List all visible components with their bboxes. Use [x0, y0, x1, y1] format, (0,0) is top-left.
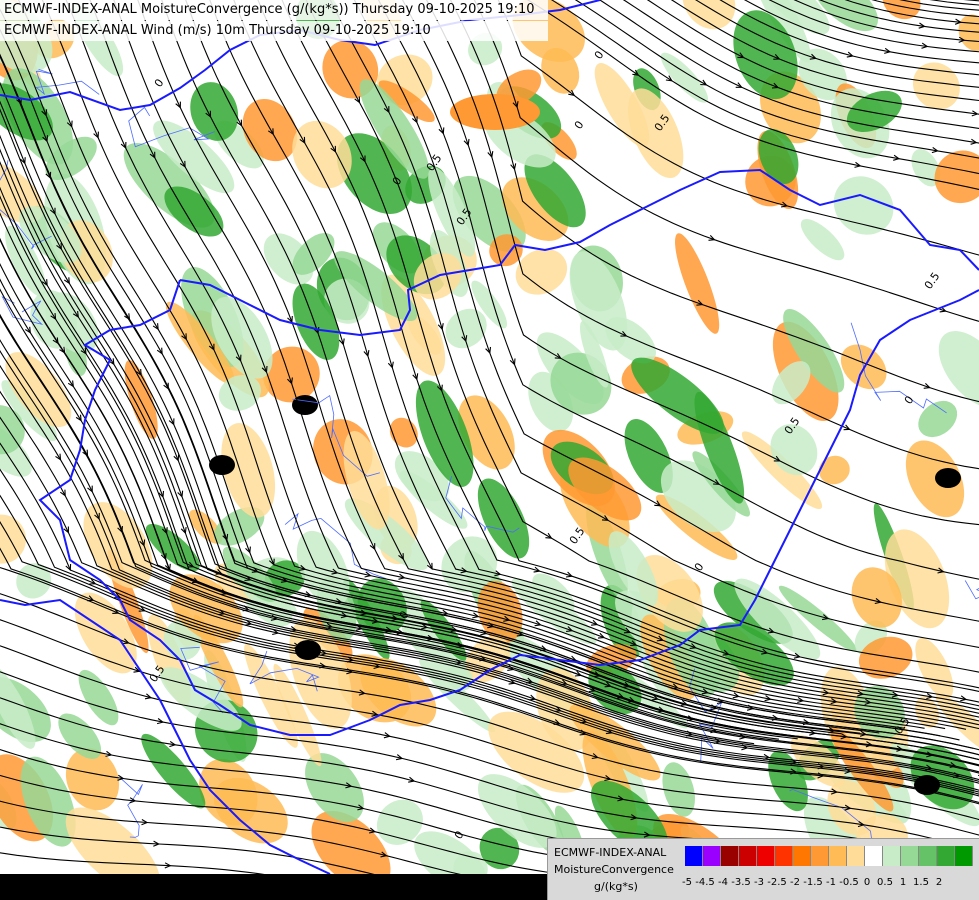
weather-map-view: 0 0.5 0 0.5 0 0.5 0 0.5 0 0.5 0 0.5 0 0.5 0 0.5 ECMWF-I… — [0, 0, 979, 900]
legend-swatch — [775, 846, 793, 866]
legend-swatch — [901, 846, 919, 866]
legend-color-scale — [685, 846, 973, 866]
legend-swatch — [793, 846, 811, 866]
legend-swatch — [757, 846, 775, 866]
legend-swatch — [883, 846, 901, 866]
strong-convergence-core — [935, 468, 961, 488]
legend-swatch — [955, 846, 973, 866]
legend-model-name: ECMWF-INDEX-ANAL — [554, 846, 667, 859]
legend-swatch — [685, 846, 703, 866]
legend-parameter-name: MoistureConvergence — [554, 863, 674, 876]
legend-unit: g/(kg*s) — [594, 880, 638, 893]
map-title-wind: ECMWF-INDEX-ANAL Wind (m/s) 10m Thursday… — [0, 21, 548, 41]
legend-tick-labels: -5 -4.5 -4 -3.5 -3 -2.5 -2 -1.5 -1 -0.5 0 0.5 1 1.5 2 — [675, 877, 975, 891]
legend-tick-label: 2 — [935, 877, 943, 888]
legend-swatch — [721, 846, 739, 866]
map-title-moisture: ECMWF-INDEX-ANAL MoistureConvergence (g/… — [0, 0, 548, 20]
legend-swatch — [703, 846, 721, 866]
legend-swatch — [919, 846, 937, 866]
moisture-convergence-map: 00.500.50 0.500.500.500.500.500.5 — [0, 0, 979, 874]
legend-swatch — [937, 846, 955, 866]
legend-swatch — [739, 846, 757, 866]
legend-swatch — [811, 846, 829, 866]
legend-swatch — [847, 846, 865, 866]
color-legend: ECMWF-INDEX-ANAL MoistureConvergence g/(… — [547, 838, 979, 900]
legend-swatch — [829, 846, 847, 866]
legend-swatch — [865, 846, 883, 866]
strong-divergence-core — [450, 94, 540, 130]
